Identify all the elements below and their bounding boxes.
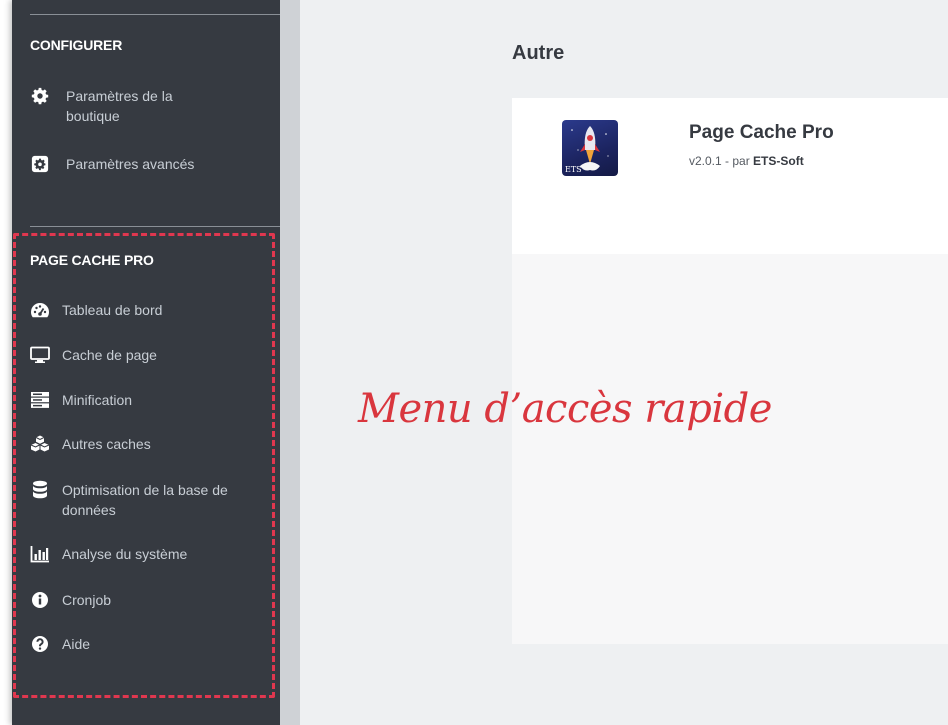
main-content: Autre ETS Page Cache Pro v2.0.1 - par ET… [300, 0, 948, 725]
section-title-configure: CONFIGURER [30, 37, 123, 53]
module-author: ETS-Soft [753, 154, 804, 168]
sidebar-item-label: Cache de page [62, 347, 157, 363]
sidebar-item-help[interactable]: Aide [30, 634, 260, 654]
dashboard-icon [30, 300, 50, 320]
sidebar-item-system-analysis[interactable]: Analyse du système [30, 544, 260, 564]
database-icon [30, 480, 50, 500]
sidebar-divider-middle [30, 226, 280, 227]
sidebar-item-shop-settings[interactable]: Paramètres de la boutique [30, 86, 230, 126]
section-title-page-cache-pro: PAGE CACHE PRO [30, 252, 154, 268]
module-meta: v2.0.1 - par ETS-Soft [689, 154, 804, 168]
info-icon [30, 590, 50, 610]
sidebar-item-label: Aide [62, 636, 91, 652]
monitor-icon [30, 345, 50, 365]
sidebar-item-database-optimization[interactable]: Optimisation de la base de données [30, 480, 230, 520]
sidebar-item-dashboard[interactable]: Tableau de bord [30, 300, 260, 320]
sidebar-item-other-caches[interactable]: Autres caches [30, 434, 260, 454]
sidebar-divider-top [30, 14, 280, 15]
sidebar-item-label: Optimisation de la base de données [62, 482, 228, 518]
module-logo-text: ETS [565, 165, 582, 174]
module-card: ETS Page Cache Pro v2.0.1 - par ETS-Soft [512, 98, 948, 644]
quick-access-annotation: Menu d’accès rapide [358, 386, 772, 432]
sidebar-item-label: Paramètres avancés [66, 156, 195, 172]
sidebar-item-minification[interactable]: Minification [30, 390, 260, 410]
sidebar-item-page-cache[interactable]: Cache de page [30, 345, 260, 365]
sidebar-item-label: Cronjob [62, 592, 112, 608]
sidebar-item-label: Minification [62, 392, 133, 408]
question-icon [30, 634, 50, 654]
server-icon [30, 390, 50, 410]
cubes-icon [30, 434, 50, 454]
module-name[interactable]: Page Cache Pro [689, 122, 834, 144]
page-title: Autre [512, 42, 565, 64]
sidebar: CONFIGURER Paramètres de la boutique Par… [12, 0, 280, 725]
module-version: v2.0.1 - par [689, 154, 754, 168]
sidebar-item-advanced-settings[interactable]: Paramètres avancés [30, 154, 260, 174]
sidebar-gutter [280, 0, 300, 725]
module-card-header: ETS Page Cache Pro v2.0.1 - par ETS-Soft [512, 98, 948, 254]
module-logo-icon[interactable]: ETS [562, 120, 618, 176]
sidebar-item-cronjob[interactable]: Cronjob [30, 590, 260, 610]
advanced-gear-icon [30, 154, 50, 174]
sidebar-item-label: Analyse du système [62, 546, 188, 562]
sidebar-item-label: Tableau de bord [62, 302, 163, 318]
sidebar-item-label: Autres caches [62, 436, 151, 452]
gear-icon [30, 86, 50, 106]
bar-chart-icon [30, 544, 50, 564]
sidebar-item-label: Paramètres de la boutique [66, 88, 173, 124]
